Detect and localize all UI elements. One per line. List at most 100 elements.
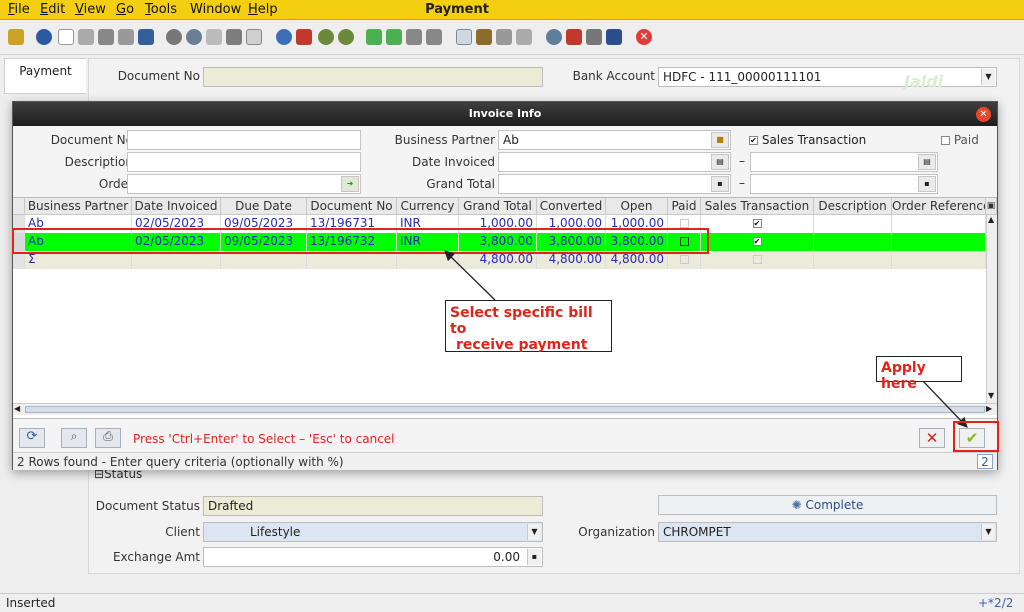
- column-header[interactable]: Currency: [397, 198, 459, 215]
- copy-icon[interactable]: [78, 29, 94, 45]
- delete-icon[interactable]: [98, 29, 114, 45]
- zoom-across-icon[interactable]: [546, 29, 562, 45]
- criteria-description-input[interactable]: [127, 152, 361, 172]
- dialog-status-bar: 2 Rows found - Enter query criteria (opt…: [13, 452, 997, 470]
- app-title: Payment: [425, 2, 489, 17]
- record-count[interactable]: +*2/2: [978, 596, 1013, 610]
- chevron-down-icon[interactable]: ▼: [527, 524, 541, 540]
- annotation-select-bill: Select specific bill to receive payment: [445, 300, 612, 353]
- refresh-icon[interactable]: [166, 29, 182, 45]
- new-icon[interactable]: [58, 29, 74, 45]
- column-header[interactable]: Business Partner: [25, 198, 132, 215]
- criteria-date-invoiced-to[interactable]: ▤: [750, 152, 938, 172]
- calculator-icon[interactable]: ▪: [918, 176, 936, 192]
- column-chooser-icon[interactable]: ▣: [986, 198, 997, 215]
- last-record-icon[interactable]: [426, 29, 442, 45]
- back-icon[interactable]: [318, 29, 334, 45]
- cell-order-reference: [892, 233, 986, 251]
- column-header[interactable]: Converted: [537, 198, 606, 215]
- horizontal-scrollbar[interactable]: ◀ ▶: [13, 403, 997, 415]
- exchange-amt-field[interactable]: 0.00 ▪: [203, 547, 543, 567]
- scroll-thumb[interactable]: [25, 406, 985, 413]
- column-header[interactable]: Open: [606, 198, 668, 215]
- cancel-button[interactable]: ✕: [919, 428, 945, 448]
- criteria-grand-total-to[interactable]: ▪: [750, 174, 938, 194]
- forward-icon[interactable]: [338, 29, 354, 45]
- delete-selection-icon[interactable]: [118, 29, 134, 45]
- bank-account-label: Bank Account: [572, 69, 655, 83]
- print-icon[interactable]: [496, 29, 512, 45]
- product-info-icon[interactable]: [606, 29, 622, 45]
- scroll-right-icon[interactable]: ▶: [986, 404, 992, 413]
- checkbox-icon: [941, 136, 950, 145]
- scroll-up-icon[interactable]: ▲: [988, 215, 994, 224]
- scroll-down-icon[interactable]: ▼: [988, 391, 994, 400]
- tab-payment[interactable]: Payment: [4, 58, 86, 94]
- cell-sales-transaction: [701, 251, 814, 269]
- client-select[interactable]: Lifestyle ▼: [203, 522, 543, 542]
- document-no-label: Document No: [117, 69, 200, 83]
- calculator-icon[interactable]: ▪: [527, 549, 541, 565]
- refresh-button[interactable]: ⟳: [19, 428, 45, 448]
- report-icon[interactable]: [456, 29, 472, 45]
- checkbox-icon: [679, 219, 689, 228]
- zoom-button[interactable]: ⌕: [61, 428, 87, 448]
- grid-toggle-icon[interactable]: [246, 29, 262, 45]
- column-header[interactable]: Order Reference: [892, 198, 986, 215]
- table-header: Business Partner Date Invoiced Due Date …: [13, 198, 997, 215]
- cell-sales-transaction: ✔: [701, 215, 814, 233]
- scroll-left-icon[interactable]: ◀: [14, 404, 20, 413]
- criteria-grand-total-from[interactable]: ▪: [498, 174, 731, 194]
- organization-label: Organization: [578, 525, 655, 539]
- print-icon: ⎙: [103, 429, 113, 443]
- help-icon[interactable]: [36, 29, 52, 45]
- calendar-icon[interactable]: ▤: [918, 154, 936, 170]
- next-record-icon[interactable]: [406, 29, 422, 45]
- lock-icon[interactable]: ■: [711, 132, 729, 148]
- criteria-business-partner-input[interactable]: Ab ■: [498, 130, 731, 150]
- column-header[interactable]: Document No: [307, 198, 397, 215]
- checkbox-checked-icon: ✔: [749, 136, 758, 145]
- criteria-order-input[interactable]: ➜: [127, 174, 361, 194]
- archive-icon[interactable]: [476, 29, 492, 45]
- close-window-icon[interactable]: ✕: [636, 29, 652, 45]
- sales-transaction-checkbox[interactable]: ✔ Sales Transaction: [749, 133, 866, 147]
- organization-select[interactable]: CHROMPET ▼: [658, 522, 997, 542]
- column-header[interactable]: Sales Transaction: [701, 198, 814, 215]
- home-icon[interactable]: [296, 29, 312, 45]
- document-no-field[interactable]: [203, 67, 543, 87]
- close-icon[interactable]: ✕: [976, 107, 991, 122]
- find-icon[interactable]: [186, 29, 202, 45]
- criteria-order-label: Order: [98, 177, 133, 191]
- column-header[interactable]: Paid: [668, 198, 701, 215]
- column-header[interactable]: Date Invoiced: [132, 198, 221, 215]
- chat-icon[interactable]: [226, 29, 242, 45]
- workflow-icon[interactable]: [566, 29, 582, 45]
- paid-checkbox[interactable]: Paid: [941, 133, 979, 147]
- chevron-down-icon[interactable]: ▼: [981, 524, 995, 540]
- calendar-icon[interactable]: ▤: [711, 154, 729, 170]
- range-separator: –: [739, 154, 745, 168]
- history-icon[interactable]: [276, 29, 292, 45]
- column-header[interactable]: Grand Total: [459, 198, 537, 215]
- exchange-amt-label: Exchange Amt: [112, 550, 200, 564]
- complete-button[interactable]: ✺ Complete: [658, 495, 997, 515]
- criteria-document-no-input[interactable]: [127, 130, 361, 150]
- cell-empty: [814, 251, 892, 269]
- save-icon[interactable]: [138, 29, 154, 45]
- column-header[interactable]: Description: [814, 198, 892, 215]
- print-button[interactable]: ⎙: [95, 428, 121, 448]
- attachment-icon[interactable]: [206, 29, 222, 45]
- undo-icon[interactable]: [8, 29, 24, 45]
- calculator-icon[interactable]: ▪: [711, 176, 729, 192]
- first-record-icon[interactable]: [366, 29, 382, 45]
- chevron-down-icon[interactable]: ▼: [981, 69, 995, 85]
- search-icon[interactable]: ➜: [341, 176, 359, 192]
- column-header[interactable]: Due Date: [221, 198, 307, 215]
- criteria-date-invoiced-from[interactable]: ▤: [498, 152, 731, 172]
- request-icon[interactable]: [586, 29, 602, 45]
- checkbox-checked-icon: ✔: [752, 219, 762, 228]
- print-preview-icon[interactable]: [516, 29, 532, 45]
- vertical-scrollbar[interactable]: ▲ ▼: [986, 215, 997, 403]
- previous-record-icon[interactable]: [386, 29, 402, 45]
